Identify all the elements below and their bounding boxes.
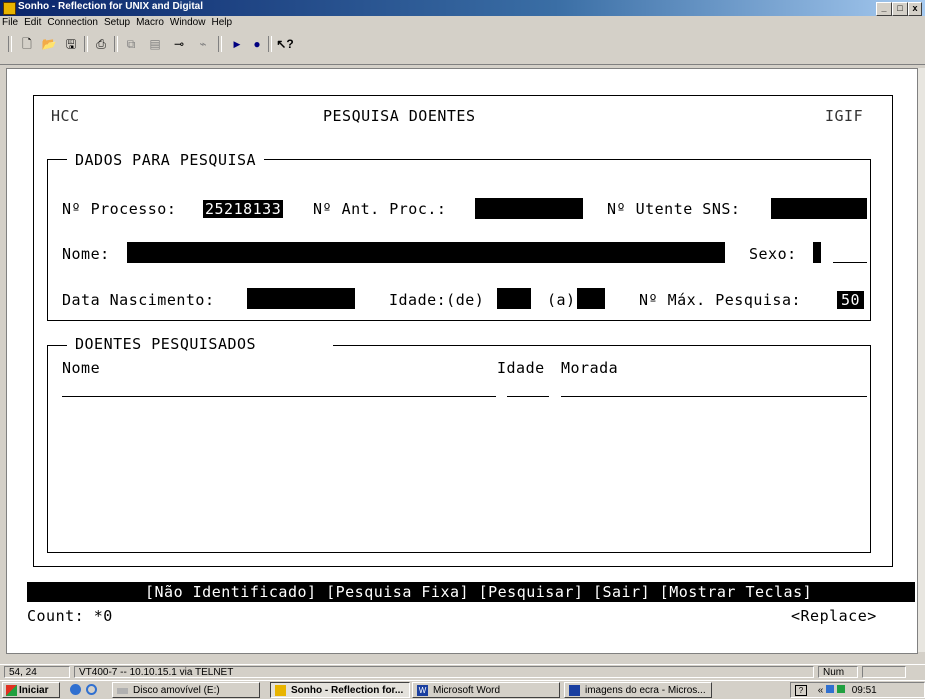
- data-nascimento-field[interactable]: [247, 288, 355, 309]
- data-nascimento-label: Data Nascimento:: [62, 291, 215, 309]
- browser-quicklaunch-icon[interactable]: [70, 684, 81, 695]
- disconnect-icon[interactable]: ⌁: [194, 35, 212, 53]
- play-icon[interactable]: ▶: [228, 35, 246, 53]
- ant-proc-label: Nº Ant. Proc.:: [313, 200, 447, 218]
- sexo-description-line: [833, 262, 867, 263]
- menu-setup[interactable]: Setup: [104, 16, 130, 30]
- task-label: imagens do ecra - Micros...: [585, 685, 706, 696]
- connection-status: VT400-7 -- 10.10.15.1 via TELNET: [74, 666, 814, 678]
- toolbar-separator: [268, 36, 272, 52]
- sexo-label: Sexo:: [749, 245, 797, 263]
- col-morada-underline: [561, 396, 867, 397]
- nome-label: Nome:: [62, 245, 110, 263]
- toolbar-grip: [8, 36, 12, 52]
- cursor-position: 54, 24: [4, 666, 70, 678]
- header-right: IGIF: [825, 107, 864, 125]
- window-title: Sonho - Reflection for UNIX and Digital: [18, 1, 203, 12]
- terminal-screen[interactable]: HCC PESQUISA DOENTES IGIF DADOS PARA PES…: [6, 68, 918, 654]
- network-tray-icon[interactable]: [826, 685, 835, 693]
- explorer-quicklaunch-icon[interactable]: [86, 684, 97, 695]
- results-section: [47, 345, 871, 553]
- toolbar-separator: [114, 36, 118, 52]
- max-pesquisa-label: Nº Máx. Pesquisa:: [639, 291, 802, 309]
- menu-edit[interactable]: Edit: [24, 16, 41, 30]
- menu-file[interactable]: File: [2, 16, 18, 30]
- reflection-app-icon: [275, 685, 286, 696]
- task-imagens-do-ecra[interactable]: imagens do ecra - Micros...: [564, 682, 712, 698]
- search-section-title: DADOS PARA PESQUISA: [67, 151, 265, 169]
- open-icon[interactable]: 📂: [40, 35, 58, 53]
- col-idade-underline: [507, 396, 549, 397]
- idade-de-label: Idade:(de): [389, 291, 485, 309]
- status-empty-cell: [862, 666, 906, 678]
- menu-help[interactable]: Help: [211, 16, 232, 30]
- task-label: Microsoft Word: [433, 685, 501, 696]
- task-label: Sonho - Reflection for...: [291, 685, 404, 696]
- connect-icon[interactable]: ⊸: [170, 35, 188, 53]
- minimize-button[interactable]: _: [876, 2, 892, 16]
- task-microsoft-word[interactable]: W Microsoft Word: [412, 682, 560, 698]
- header-left: HCC: [51, 107, 80, 125]
- results-section-title: DOENTES PESQUISADOS: [67, 335, 333, 353]
- col-nome-underline: [62, 396, 496, 397]
- task-disco-amovivel[interactable]: Disco amovível (E:): [112, 682, 260, 698]
- copy-icon[interactable]: ⧉: [122, 35, 140, 53]
- print-icon[interactable]: ⎙: [92, 35, 110, 53]
- paste-icon[interactable]: ▤: [146, 35, 164, 53]
- app-icon: [3, 2, 16, 15]
- vertical-scrollbar[interactable]: [917, 68, 925, 652]
- processo-field[interactable]: 25218133: [203, 200, 284, 218]
- toolbar-separator: [84, 36, 88, 52]
- toolbar: 🗋 📂 🖫 ⎙ ⧉ ▤ ⊸ ⌁ ▶ ● ↖?: [0, 30, 925, 65]
- menu-window[interactable]: Window: [170, 16, 206, 30]
- col-nome-header: Nome: [62, 359, 101, 377]
- taskbar: Iniciar Disco amovível (E:) Sonho - Refl…: [0, 680, 925, 699]
- task-sonho-reflection[interactable]: Sonho - Reflection for...: [270, 682, 410, 698]
- status-bar: 54, 24 VT400-7 -- 10.10.15.1 via TELNET …: [0, 664, 925, 679]
- windows-logo-icon: [6, 685, 17, 696]
- sexo-field[interactable]: [813, 242, 821, 263]
- replace-mode: <Replace>: [791, 607, 877, 625]
- maximize-button[interactable]: □: [892, 2, 908, 16]
- title-bar: Sonho - Reflection for UNIX and Digital …: [0, 0, 925, 16]
- utente-field[interactable]: [771, 198, 867, 219]
- record-icon[interactable]: ●: [248, 35, 266, 53]
- new-icon[interactable]: 🗋: [18, 35, 36, 53]
- help-tray-icon[interactable]: ?: [795, 685, 807, 696]
- save-icon[interactable]: 🖫: [62, 35, 80, 53]
- menu-connection[interactable]: Connection: [47, 16, 98, 30]
- function-keys[interactable]: [Não Identificado] [Pesquisa Fixa] [Pesq…: [145, 583, 812, 601]
- clock: 09:51: [851, 685, 877, 696]
- idade-de-field[interactable]: [497, 288, 531, 309]
- idade-a-field[interactable]: [577, 288, 605, 309]
- chevron-left-icon[interactable]: «: [818, 685, 824, 696]
- start-button[interactable]: Iniciar: [2, 682, 60, 698]
- help-pointer-icon[interactable]: ↖?: [276, 35, 294, 53]
- toolbar-separator: [218, 36, 222, 52]
- close-button[interactable]: x: [908, 2, 922, 16]
- col-morada-header: Morada: [561, 359, 619, 377]
- num-lock-indicator: Num: [818, 666, 858, 678]
- drive-icon: [117, 688, 128, 694]
- processo-label: Nº Processo:: [62, 200, 177, 218]
- idade-a-label: (a): [547, 291, 576, 309]
- document-icon: [569, 685, 580, 696]
- task-label: Disco amovível (E:): [133, 685, 220, 696]
- system-tray: ? « 09:51: [790, 682, 925, 698]
- menu-macro[interactable]: Macro: [136, 16, 164, 30]
- count-text: Count: *0: [27, 607, 113, 625]
- menu-bar: File Edit Connection Setup Macro Window Help: [0, 16, 925, 30]
- ant-proc-field[interactable]: [475, 198, 583, 219]
- max-pesquisa-field[interactable]: 50: [837, 291, 865, 309]
- col-idade-header: Idade: [497, 359, 545, 377]
- nome-field[interactable]: [127, 242, 725, 263]
- start-label: Iniciar: [19, 685, 49, 696]
- word-icon: W: [417, 685, 428, 696]
- page-title: PESQUISA DOENTES: [323, 107, 476, 125]
- sound-tray-icon[interactable]: [836, 685, 845, 693]
- utente-label: Nº Utente SNS:: [607, 200, 741, 218]
